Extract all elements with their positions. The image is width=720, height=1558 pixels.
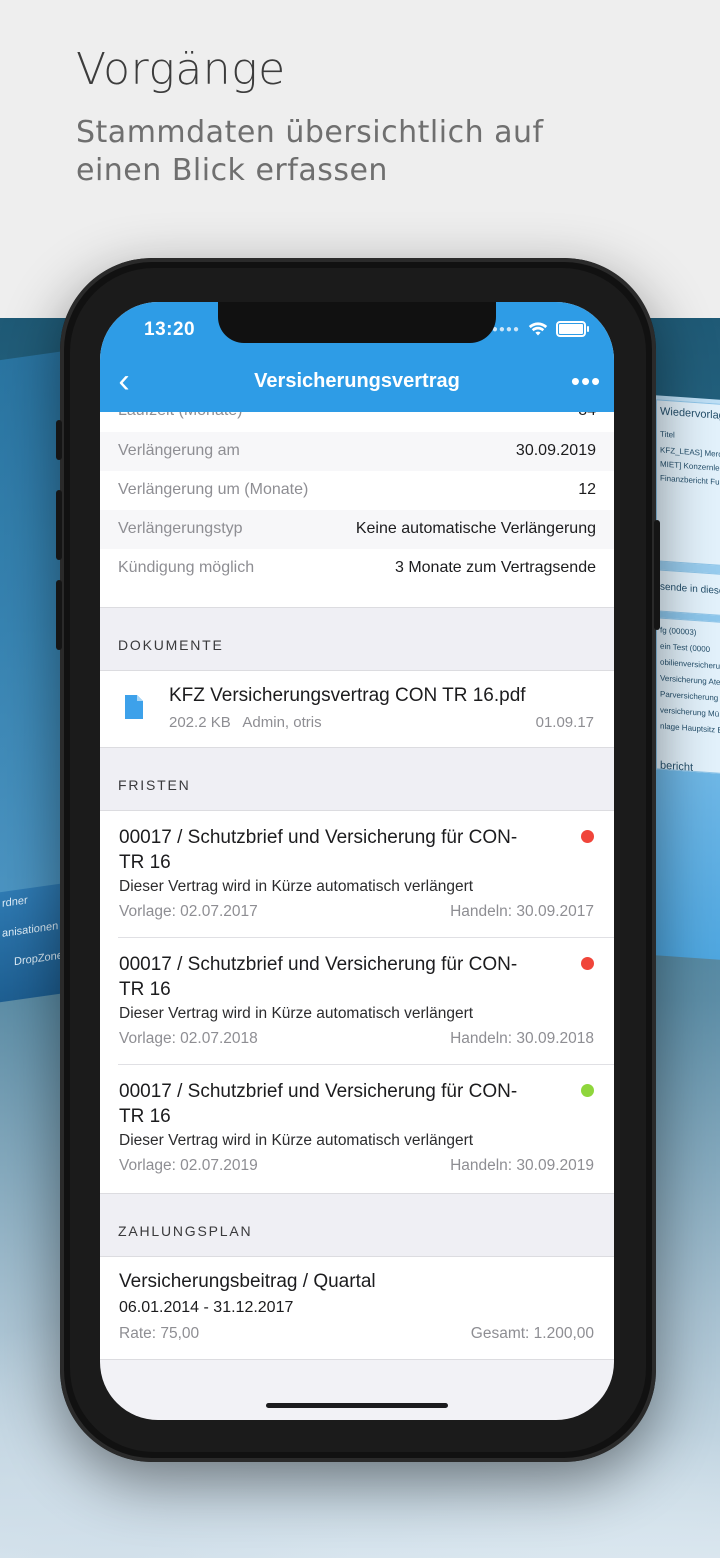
status-dot bbox=[581, 1084, 594, 1097]
deadline-vorlage: Vorlage: 02.07.2017 bbox=[119, 903, 258, 920]
property-row: Laufzeit (Monate) 84 bbox=[100, 412, 614, 432]
property-value: Keine automatische Verlängerung bbox=[355, 520, 596, 537]
payment-title: Versicherungsbeitrag / Quartal bbox=[119, 1271, 376, 1292]
section-header-documents: DOKUMENTE bbox=[100, 607, 614, 671]
battery-icon bbox=[556, 321, 589, 337]
wifi-icon bbox=[528, 322, 548, 336]
deadline-description: Dieser Vertrag wird in Kürze automatisch… bbox=[119, 878, 474, 895]
document-icon bbox=[125, 695, 143, 719]
deadline-item[interactable]: 00017 / Schutzbrief und Versicherung für… bbox=[100, 1065, 614, 1193]
promo-subline: Stammdaten übersichtlich auf einen Blick… bbox=[76, 115, 544, 188]
payment-rate: Rate: 75,00 bbox=[119, 1325, 200, 1342]
status-time: 13:20 bbox=[144, 319, 196, 340]
deadline-title: 00017 / Schutzbrief und Versicherung für… bbox=[119, 827, 518, 873]
status-dot bbox=[581, 957, 594, 970]
property-row: Verlängerung um (Monate) 12 bbox=[100, 471, 614, 510]
status-icons: ●●●● bbox=[491, 320, 589, 338]
phone-volume-up bbox=[56, 490, 62, 560]
deadline-title: 00017 / Schutzbrief und Versicherung für… bbox=[119, 1081, 518, 1127]
phone-mute-switch bbox=[56, 420, 62, 460]
background-text: Titel bbox=[660, 429, 675, 440]
phone-screen: 13:20 ●●●● ‹ Versicherungsvertrag ••• La… bbox=[100, 302, 614, 1420]
deadline-handeln: Handeln: 30.09.2019 bbox=[450, 1157, 594, 1174]
background-left-item: anisationen bbox=[2, 920, 59, 940]
deadline-vorlage: Vorlage: 02.07.2018 bbox=[119, 1030, 258, 1047]
deadline-description: Dieser Vertrag wird in Kürze automatisch… bbox=[119, 1132, 474, 1149]
more-button[interactable]: ••• bbox=[568, 366, 604, 402]
nav-title: Versicherungsvertrag bbox=[254, 370, 460, 392]
property-row: Verlängerungstyp Keine automatische Verl… bbox=[100, 510, 614, 549]
deadline-title: 00017 / Schutzbrief und Versicherung für… bbox=[119, 954, 518, 1000]
section-header-deadlines: FRISTEN bbox=[100, 747, 614, 811]
property-value: 30.09.2019 bbox=[515, 442, 596, 459]
home-indicator[interactable] bbox=[266, 1403, 448, 1408]
status-dot bbox=[581, 830, 594, 843]
property-value: 12 bbox=[578, 481, 596, 498]
property-label: Verlängerung um (Monate) bbox=[118, 481, 309, 498]
phone-power-button bbox=[654, 520, 660, 630]
property-label: Verlängerung am bbox=[118, 442, 240, 459]
property-row: Kündigung möglich 3 Monate zum Vertragse… bbox=[100, 549, 614, 607]
deadline-description: Dieser Vertrag wird in Kürze automatisch… bbox=[119, 1005, 474, 1022]
deadline-item[interactable]: 00017 / Schutzbrief und Versicherung für… bbox=[100, 811, 614, 938]
background-left-item: rdner bbox=[2, 894, 28, 910]
property-value: 3 Monate zum Vertragsende bbox=[394, 559, 596, 576]
background-text: bericht bbox=[660, 759, 694, 774]
deadline-vorlage: Vorlage: 02.07.2019 bbox=[119, 1157, 258, 1174]
property-label: Verlängerungstyp bbox=[118, 520, 243, 537]
deadline-item[interactable]: 00017 / Schutzbrief und Versicherung für… bbox=[100, 938, 614, 1065]
section-header-payment-plan: ZAHLUNGSPLAN bbox=[100, 1193, 614, 1257]
section-title: DOKUMENTE bbox=[118, 637, 224, 653]
deadline-handeln: Handeln: 30.09.2018 bbox=[450, 1030, 594, 1047]
background-left-menu: rdner anisationen DropZone bbox=[0, 883, 63, 1003]
payment-period: 06.01.2014 - 31.12.2017 bbox=[119, 1299, 294, 1316]
promo-headline: Vorgänge bbox=[76, 44, 286, 95]
property-row: Verlängerung am 30.09.2019 bbox=[100, 432, 614, 471]
document-name: KFZ Versicherungsvertrag CON TR 16.pdf bbox=[169, 685, 526, 706]
payment-total: Gesamt: 1.200,00 bbox=[470, 1325, 594, 1342]
document-date: 01.09.17 bbox=[535, 714, 594, 731]
background-screen-right: Wiedervorlag Titel KFZ_LEAS] Merce MIET]… bbox=[650, 394, 720, 962]
phone-volume-down bbox=[56, 580, 62, 650]
signal-icon: ●●●● bbox=[491, 323, 520, 335]
deadline-handeln: Handeln: 30.09.2017 bbox=[450, 903, 594, 920]
detail-content: Laufzeit (Monate) 84 Verlängerung am 30.… bbox=[100, 412, 614, 1360]
section-title: FRISTEN bbox=[118, 777, 191, 793]
property-label: Laufzeit (Monate) bbox=[118, 412, 243, 420]
section-title: ZAHLUNGSPLAN bbox=[118, 1223, 253, 1239]
payment-plan-item[interactable]: Versicherungsbeitrag / Quartal 06.01.201… bbox=[100, 1257, 614, 1360]
document-item[interactable]: KFZ Versicherungsvertrag CON TR 16.pdf 2… bbox=[100, 671, 614, 747]
property-value: 84 bbox=[578, 412, 596, 420]
property-label: Kündigung möglich bbox=[118, 559, 255, 576]
phone-notch bbox=[218, 302, 496, 343]
background-left-item: DropZone bbox=[14, 949, 63, 969]
document-meta: 202.2 KB Admin, otris bbox=[169, 714, 322, 731]
